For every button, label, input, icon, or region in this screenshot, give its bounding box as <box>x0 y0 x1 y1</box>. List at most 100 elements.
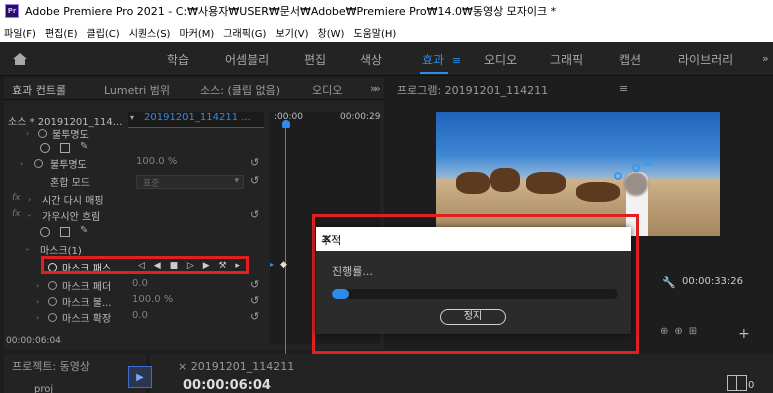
menu-clip[interactable]: 클립(C) <box>87 25 120 40</box>
blend-mode-value: 표준 <box>143 179 160 189</box>
mask-vertex-icon[interactable] <box>614 172 622 180</box>
reset-icon[interactable]: ↺ <box>250 278 259 291</box>
expand-arrow-icon[interactable]: › <box>28 195 31 204</box>
rectangle-mask-icon[interactable] <box>60 143 70 153</box>
stopwatch-icon[interactable] <box>48 281 57 290</box>
workspace-tab-libraries[interactable]: 라이브러리 <box>678 51 733 68</box>
project-panel: 프로젝트: 동영상 proj <box>4 354 146 393</box>
tab-source[interactable]: 소스: (클립 없음) <box>200 82 280 98</box>
more-panels-icon[interactable]: » <box>374 82 381 95</box>
workspace-menu-icon[interactable]: ≡ <box>452 54 461 67</box>
track-grid-icon[interactable] <box>727 375 747 391</box>
opacity-value[interactable]: 100.0 % <box>136 156 177 167</box>
add-button-icon[interactable]: + <box>738 326 750 342</box>
reset-icon[interactable]: ↺ <box>250 156 259 169</box>
keyframe-icon[interactable]: ◆ <box>280 260 287 270</box>
fx-icon[interactable]: fx <box>12 209 21 219</box>
workspace-tab-color[interactable]: 색상 <box>360 51 382 68</box>
mask-tracking-controls[interactable]: ◁ ◀ ■ ▷ ▶ ⚒ ▸ <box>138 261 243 271</box>
ellipse-mask-icon[interactable] <box>40 227 50 237</box>
rectangle-mask-icon[interactable] <box>60 227 70 237</box>
playhead-line <box>285 126 286 356</box>
dialog-title-bar: 추적 ✕ <box>316 227 631 251</box>
expand-arrow-icon[interactable]: › <box>36 313 39 322</box>
menu-marker[interactable]: 마커(M) <box>179 25 214 40</box>
mask-expand-value[interactable]: 0.0 <box>132 310 148 321</box>
premiere-app-icon: Pr <box>5 4 19 18</box>
time-remap-row: fx › 시간 다시 매핑 <box>4 192 266 208</box>
progress-label: 진행률... <box>332 265 373 278</box>
expand-arrow-icon[interactable]: › <box>36 281 39 290</box>
active-workspace-underline <box>420 72 448 74</box>
program-transport-buttons[interactable]: ⊕⊕⊞ <box>660 326 703 337</box>
workspace-tab-edit[interactable]: 편집 <box>304 51 326 68</box>
program-monitor-tab[interactable]: 프로그램: 20191201_114211 <box>397 82 548 98</box>
close-icon[interactable]: ✕ <box>321 232 623 248</box>
tab-audio[interactable]: 오디오 <box>312 82 342 98</box>
reset-icon[interactable]: ↺ <box>250 208 259 221</box>
workspace-tab-audio[interactable]: 오디오 <box>484 51 517 68</box>
workspace-tab-assembly[interactable]: 어셈블리 <box>225 51 269 68</box>
blend-mode-dropdown[interactable]: 표준 ▾ <box>136 175 244 189</box>
gaussian-blur-label: 가우시안 흐림 <box>42 212 101 223</box>
menu-edit[interactable]: 편집(E) <box>45 25 78 40</box>
menu-view[interactable]: 보기(V) <box>275 25 308 40</box>
mask-vertex-icon[interactable] <box>632 164 640 172</box>
mask-shapes-row: ✎ <box>4 140 266 156</box>
workspace-tab-learn[interactable]: 학습 <box>167 51 189 68</box>
expand-arrow-icon[interactable]: › <box>36 297 39 306</box>
clip-label: 20191201_114211 ... <box>144 112 251 123</box>
collapse-arrow-icon[interactable]: › <box>23 248 32 251</box>
home-icon[interactable] <box>12 52 28 66</box>
wrench-icon[interactable]: 🔧 <box>662 276 676 289</box>
mask-vertex-icon[interactable] <box>644 158 652 166</box>
pen-mask-icon[interactable]: ✎ <box>80 141 88 152</box>
keyframe-nav-arrow-icon[interactable]: ▸ <box>270 260 274 269</box>
sequence-tab-label: 20191201_114211 <box>190 360 295 373</box>
reset-icon[interactable]: ↺ <box>250 174 259 187</box>
expand-arrow-icon[interactable]: › <box>26 129 29 138</box>
mask-expand-row: › 마스크 확장 0.0 ↺ <box>4 310 266 326</box>
workspace-tab-effects[interactable]: 효과 <box>422 51 444 68</box>
menu-help[interactable]: 도움말(H) <box>353 25 396 40</box>
sequence-tab[interactable]: × 20191201_114211 <box>178 360 294 373</box>
effect-panel-timecode: 00:00:06:04 <box>6 336 61 346</box>
project-item[interactable]: proj <box>34 384 53 393</box>
fx-icon[interactable]: fx <box>12 193 21 203</box>
tab-lumetri-scopes[interactable]: Lumetri 범위 <box>104 82 170 98</box>
progress-fill <box>332 289 350 299</box>
mask-label[interactable]: 마스크(1) <box>40 242 82 257</box>
timeline-timecode: 00:00:06:04 <box>183 378 271 393</box>
reset-icon[interactable]: ↺ <box>250 310 259 323</box>
stopwatch-icon[interactable] <box>34 159 43 168</box>
stop-button[interactable]: 정지 <box>440 309 506 325</box>
stopwatch-icon[interactable] <box>48 313 57 322</box>
track-count: 0 <box>748 380 755 391</box>
playhead-handle[interactable] <box>282 120 290 128</box>
collapse-arrow-icon[interactable]: › <box>25 214 34 217</box>
ellipse-mask-icon[interactable] <box>40 143 50 153</box>
time-remap-label: 시간 다시 매핑 <box>42 196 104 207</box>
stopwatch-icon[interactable] <box>38 129 47 138</box>
effect-panel-tabs: 효과 컨트롤 Lumetri 범위 소스: (클립 없음) 오디오 » <box>4 78 384 100</box>
play-icon[interactable]: ▶ <box>128 366 152 388</box>
progress-bar <box>332 289 618 299</box>
menu-sequence[interactable]: 시퀀스(S) <box>129 25 171 40</box>
menu-file[interactable]: 파일(F) <box>4 25 36 40</box>
opacity-row: › 불투명도 100.0 % ↺ <box>4 156 266 172</box>
menu-window[interactable]: 창(W) <box>318 25 345 40</box>
panel-menu-icon[interactable]: ≡ <box>619 82 628 95</box>
project-tab[interactable]: 프로젝트: 동영상 <box>12 358 90 374</box>
mask-opacity-label: 마스크 불... <box>62 298 112 309</box>
mask-opacity-value[interactable]: 100.0 % <box>132 294 173 305</box>
expand-arrow-icon[interactable]: › <box>20 159 23 168</box>
workspace-more-icon[interactable]: » <box>762 52 769 65</box>
menu-graphics[interactable]: 그래픽(G) <box>223 25 266 40</box>
pen-mask-icon[interactable]: ✎ <box>80 225 88 236</box>
workspace-tab-graphics[interactable]: 그래픽 <box>550 51 583 68</box>
workspace-tab-captions[interactable]: 캡션 <box>619 51 641 68</box>
stopwatch-icon[interactable] <box>48 297 57 306</box>
reset-icon[interactable]: ↺ <box>250 294 259 307</box>
mask-feather-value[interactable]: 0.0 <box>132 278 148 289</box>
tab-effect-controls[interactable]: 효과 컨트롤 <box>12 82 66 98</box>
